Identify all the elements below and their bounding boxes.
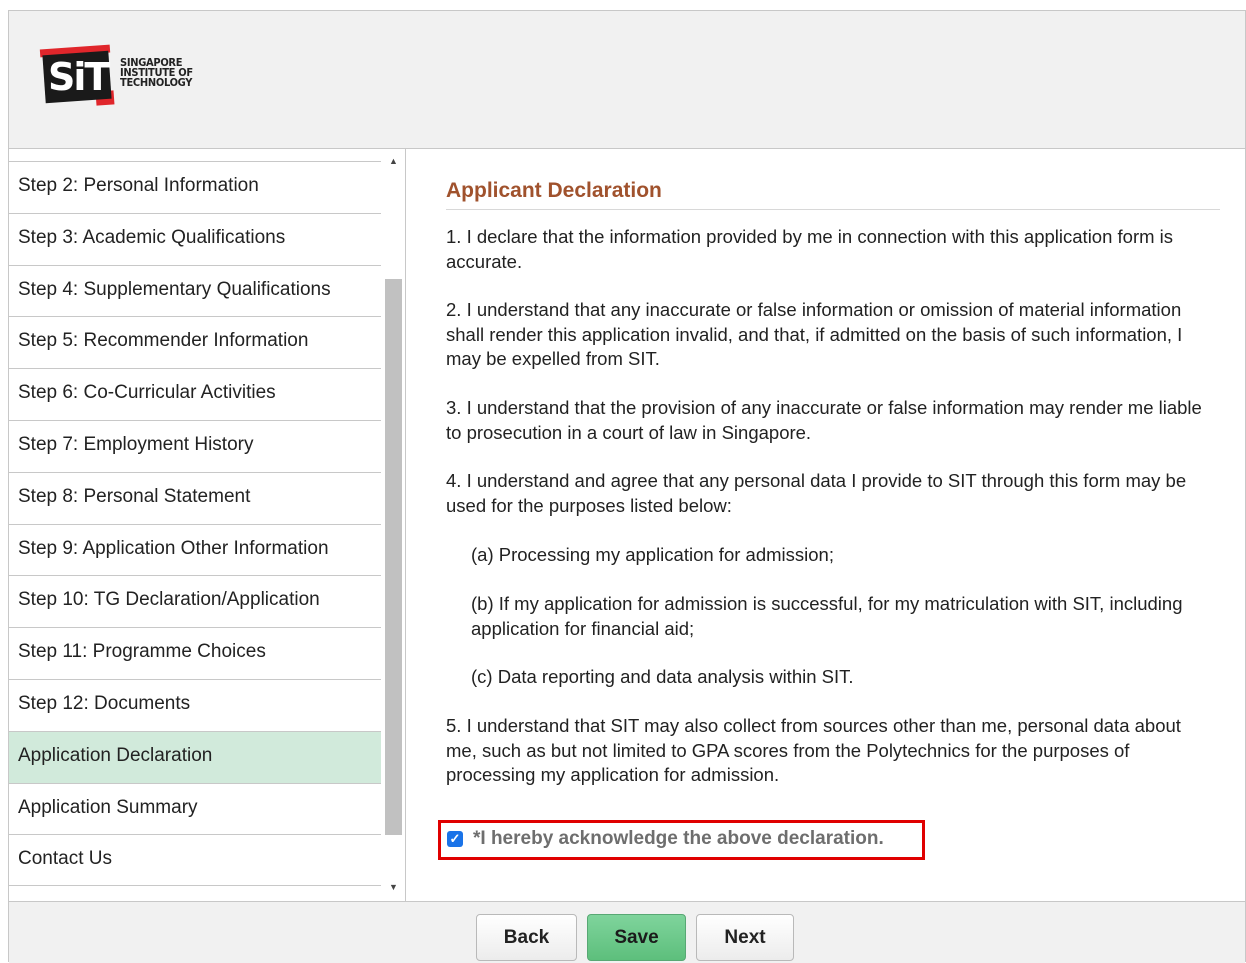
sidebar-item-step-4[interactable]: Step 4: Supplementary Qualifications — [9, 264, 381, 317]
page-title: Applicant Declaration — [446, 179, 1220, 210]
declaration-paragraph-5: 5. I understand that SIT may also collec… — [446, 715, 1181, 785]
sidebar-item-application-summary[interactable]: Application Summary — [9, 782, 381, 835]
footer-toolbar: Back Save Next — [9, 901, 1245, 963]
sidebar-item-step-12[interactable]: Step 12: Documents — [9, 678, 381, 731]
declaration-item-c: (c) Data reporting and data analysis wit… — [471, 666, 854, 687]
scrollbar-thumb[interactable] — [385, 279, 402, 835]
declaration-paragraph-4: 4. I understand and agree that any perso… — [446, 470, 1187, 516]
main-content: Applicant Declaration 1. I declare that … — [407, 149, 1246, 901]
save-button[interactable]: Save — [587, 914, 686, 961]
acknowledge-label[interactable]: *I hereby acknowledge the above declarat… — [473, 828, 884, 850]
sidebar-nav: Step 2: Personal Information Step 3: Aca… — [9, 161, 381, 887]
sidebar-item-step-6[interactable]: Step 6: Co-Curricular Activities — [9, 368, 381, 420]
declaration-paragraph-2: 2. I understand that any inaccurate or f… — [446, 299, 1183, 369]
sidebar-item-step-7[interactable]: Step 7: Employment History — [9, 419, 381, 472]
logo-mark: SiT — [48, 55, 110, 99]
logo-text: SINGAPORE INSTITUTE OF TECHNOLOGY — [120, 57, 193, 89]
declaration-item-b: (b) If my application for admission is s… — [471, 593, 1183, 639]
sidebar-item-step-3[interactable]: Step 3: Academic Qualifications — [9, 212, 381, 265]
sit-logo: SiT SINGAPORE INSTITUTE OF TECHNOLOGY — [39, 41, 240, 116]
back-button[interactable]: Back — [476, 914, 577, 961]
sidebar-item-application-declaration[interactable]: Application Declaration — [9, 730, 381, 783]
sidebar-item-step-11[interactable]: Step 11: Programme Choices — [9, 627, 381, 679]
header: SiT SINGAPORE INSTITUTE OF TECHNOLOGY — [9, 11, 1245, 149]
declaration-paragraph-1: 1. I declare that the information provid… — [446, 226, 1174, 272]
sidebar-item-step-2[interactable]: Step 2: Personal Information — [9, 161, 381, 213]
sidebar-item-contact-us[interactable]: Contact Us — [9, 834, 381, 887]
sidebar-item-step-5[interactable]: Step 5: Recommender Information — [9, 316, 381, 368]
sidebar-scrollbar[interactable]: ▲ ▼ — [385, 149, 402, 901]
acknowledge-checkbox[interactable]: ✓ — [447, 831, 463, 847]
application-window: SiT SINGAPORE INSTITUTE OF TECHNOLOGY St… — [8, 10, 1246, 963]
scroll-up-arrow-icon[interactable]: ▲ — [385, 155, 402, 167]
declaration-item-a: (a) Processing my application for admiss… — [471, 544, 834, 565]
sidebar: Step 2: Personal Information Step 3: Aca… — [9, 149, 406, 901]
sidebar-item-step-8[interactable]: Step 8: Personal Statement — [9, 471, 381, 524]
logo-text-line-3: TECHNOLOGY — [120, 76, 193, 89]
sidebar-item-step-9[interactable]: Step 9: Application Other Information — [9, 523, 381, 576]
scroll-down-arrow-icon[interactable]: ▼ — [385, 881, 402, 893]
next-button[interactable]: Next — [696, 914, 794, 961]
acknowledge-highlight: ✓ *I hereby acknowledge the above declar… — [438, 820, 925, 860]
declaration-paragraph-3: 3. I understand that the provision of an… — [446, 397, 1202, 443]
sidebar-item-step-10[interactable]: Step 10: TG Declaration/Application — [9, 575, 381, 627]
